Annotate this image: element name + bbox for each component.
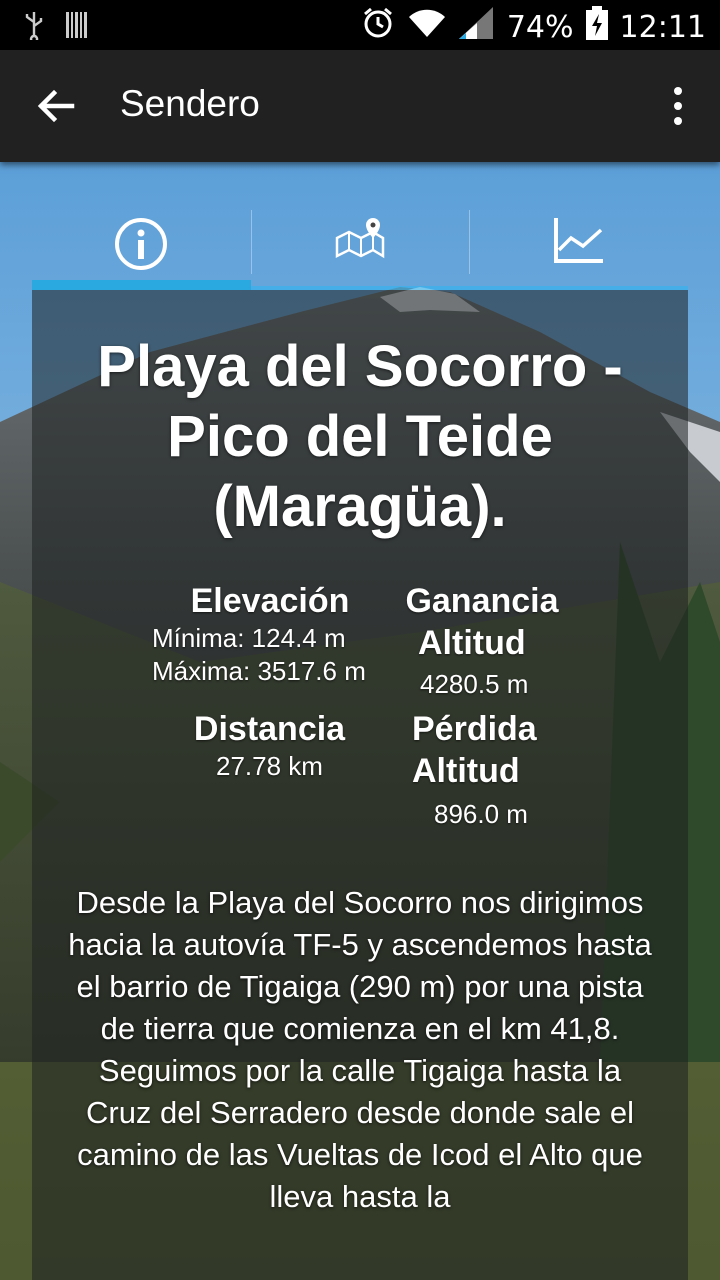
gain-value: 4280.5 m bbox=[420, 669, 529, 699]
tab-bar bbox=[32, 210, 689, 290]
tab-info[interactable] bbox=[32, 210, 251, 290]
tab-map[interactable] bbox=[250, 210, 470, 290]
trail-info-panel: Playa del Socorro - Pico del Teide (Mara… bbox=[32, 290, 688, 1280]
more-vert-icon[interactable] bbox=[666, 86, 690, 126]
usb-icon bbox=[22, 10, 46, 45]
gain-stat: Ganancia Altitud 4280.5 m bbox=[402, 580, 562, 701]
elevation-max: Máxima: 3517.6 m bbox=[152, 656, 366, 686]
map-pin-icon bbox=[335, 216, 385, 265]
elevation-label: Elevación bbox=[190, 582, 350, 620]
wifi-icon bbox=[407, 7, 447, 47]
loss-value: 896.0 m bbox=[434, 799, 528, 829]
status-bar: 74% 12:11 bbox=[0, 0, 720, 50]
alarm-icon bbox=[361, 6, 395, 48]
loss-label-line2: Altitud bbox=[412, 752, 520, 790]
distance-label: Distancia bbox=[193, 710, 346, 748]
battery-percent: 74% bbox=[506, 9, 574, 45]
trail-description: Desde la Playa del Socorro nos dirigimos… bbox=[68, 885, 652, 1214]
trail-title: Playa del Socorro - Pico del Teide (Mara… bbox=[97, 334, 623, 539]
barcode-icon bbox=[66, 12, 88, 43]
gain-label-line2: Altitud bbox=[418, 624, 526, 662]
distance-value: 27.78 km bbox=[216, 751, 323, 781]
elevation-min: Mínima: 124.4 m bbox=[152, 623, 346, 653]
loss-stat: Pérdida Altitud 896.0 m bbox=[412, 708, 572, 831]
line-chart-icon bbox=[553, 216, 605, 269]
tab-info-indicator bbox=[32, 280, 251, 290]
signal-icon bbox=[458, 7, 495, 47]
distance-stat: Distancia 27.78 km bbox=[192, 708, 347, 783]
tab-chart[interactable] bbox=[469, 210, 689, 290]
app-bar: Sendero bbox=[0, 50, 720, 162]
app-bar-title: Sendero bbox=[120, 83, 260, 124]
info-icon bbox=[113, 216, 169, 277]
clock: 12:11 bbox=[619, 9, 706, 45]
elevation-stat: Elevación Mínima: 124.4 m Máxima: 3517.6… bbox=[150, 580, 390, 688]
arrow-back-icon[interactable] bbox=[34, 84, 78, 128]
gain-label-line1: Ganancia bbox=[405, 582, 559, 620]
trail-stats: Elevación Mínima: 124.4 m Máxima: 3517.6… bbox=[32, 580, 688, 840]
battery-charging-icon bbox=[585, 6, 608, 48]
loss-label-line1: Pérdida bbox=[412, 710, 537, 748]
